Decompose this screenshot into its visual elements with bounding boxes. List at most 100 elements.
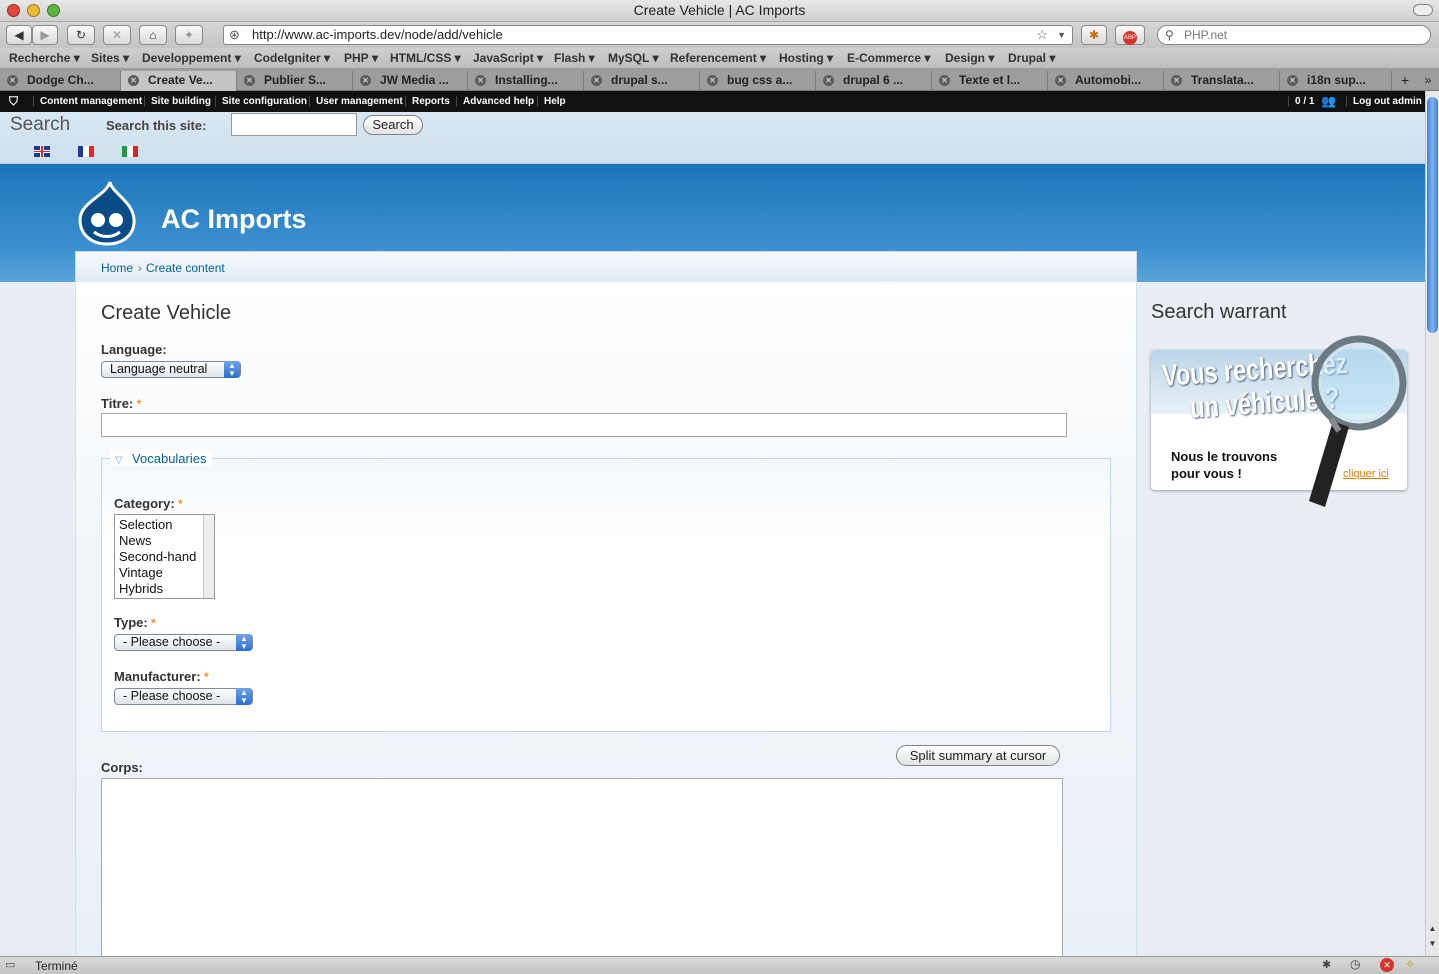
- admin-menu-item[interactable]: Site configuration: [215, 96, 307, 107]
- scroll-down-icon[interactable]: ▼: [1427, 939, 1438, 953]
- admin-menu-item[interactable]: Help: [537, 96, 566, 107]
- category-listbox[interactable]: Selection News Second-hand Vintage Hybri…: [114, 514, 215, 599]
- page-scrollbar[interactable]: ▲ ▼: [1425, 91, 1439, 956]
- browser-tab[interactable]: ✕ Translata...: [1164, 71, 1280, 91]
- bookmark-folder[interactable]: PHP ▾: [344, 51, 378, 65]
- bookmark-folder[interactable]: Drupal ▾: [1008, 51, 1055, 65]
- tab-close-icon[interactable]: ✕: [128, 75, 139, 86]
- it-flag-icon[interactable]: [122, 146, 138, 157]
- category-option[interactable]: Hybrids: [119, 581, 214, 597]
- admin-menu-item[interactable]: Advanced help: [456, 96, 534, 107]
- scroll-up-icon[interactable]: ▲: [1427, 924, 1438, 938]
- titre-input[interactable]: [101, 413, 1067, 437]
- bookmark-folder[interactable]: CodeIgniter ▾: [254, 51, 330, 65]
- toolbar-toggle-icon[interactable]: [1413, 4, 1433, 16]
- stop-button[interactable]: ✕: [103, 25, 131, 45]
- browser-tab[interactable]: ✕ bug css a...: [700, 71, 816, 91]
- tab-close-icon[interactable]: ✕: [7, 75, 18, 86]
- home-button[interactable]: ⌂: [139, 25, 167, 45]
- forward-button[interactable]: ▶: [32, 25, 58, 45]
- tab-close-icon[interactable]: ✕: [475, 75, 486, 86]
- new-tab-icon[interactable]: +: [1396, 71, 1414, 89]
- bookmark-folder[interactable]: Design ▾: [945, 51, 994, 65]
- tab-close-icon[interactable]: ✕: [244, 75, 255, 86]
- tab-close-icon[interactable]: ✕: [360, 75, 371, 86]
- browser-tab[interactable]: ✕ drupal 6 ...: [816, 71, 932, 91]
- reload-button[interactable]: ↻: [67, 25, 95, 45]
- scrollbar-thumb[interactable]: [1427, 97, 1438, 333]
- zoom-window-icon[interactable]: [47, 4, 60, 17]
- bookmark-folder[interactable]: Sites ▾: [91, 51, 129, 65]
- users-count[interactable]: 0 / 1: [1288, 96, 1314, 107]
- breadcrumb-create-content-link[interactable]: Create content: [146, 261, 225, 275]
- breadcrumb-home-link[interactable]: Home: [101, 261, 133, 275]
- vocabularies-legend[interactable]: ▽ Vocabularies: [110, 451, 212, 466]
- listbox-scrollbar[interactable]: [203, 515, 214, 598]
- admin-menu-item[interactable]: Reports: [405, 96, 450, 107]
- tab-close-icon[interactable]: ✕: [1287, 75, 1298, 86]
- tab-list-icon[interactable]: »: [1420, 71, 1436, 89]
- banner-line-1: Nous le trouvons: [1171, 449, 1278, 464]
- en-flag-icon[interactable]: [34, 146, 50, 157]
- site-name[interactable]: AC Imports: [161, 204, 307, 235]
- type-label: Type:: [114, 615, 148, 630]
- bookmark-folder[interactable]: JavaScript ▾: [473, 51, 543, 65]
- drupal-logo-icon[interactable]: [76, 180, 138, 246]
- admin-menu-item[interactable]: Content management: [33, 96, 142, 107]
- browser-tab[interactable]: ✕ i18n sup...: [1280, 71, 1392, 91]
- type-select[interactable]: - Please choose - ▲ ▼: [114, 634, 253, 651]
- tab-close-icon[interactable]: ✕: [1055, 75, 1066, 86]
- site-search-input[interactable]: [231, 113, 357, 136]
- close-window-icon[interactable]: [7, 4, 20, 17]
- url-dropdown-icon[interactable]: ▼: [1057, 26, 1066, 44]
- logout-link[interactable]: Log out admin: [1346, 96, 1422, 107]
- tab-close-icon[interactable]: ✕: [591, 75, 602, 86]
- tab-close-icon[interactable]: ✕: [823, 75, 834, 86]
- browser-tab[interactable]: ✕ Dodge Ch...: [0, 71, 121, 91]
- category-option[interactable]: Selection: [119, 517, 214, 533]
- search-field[interactable]: ⚲ PHP.net: [1157, 25, 1431, 45]
- bookmark-folder[interactable]: Flash ▾: [554, 51, 595, 65]
- bookmark-folder[interactable]: Hosting ▾: [779, 51, 833, 65]
- drupal-icon[interactable]: ⛉: [9, 94, 18, 109]
- admin-menu-item[interactable]: Site building: [144, 96, 211, 107]
- star-bookmark-icon[interactable]: ☆: [1036, 26, 1048, 44]
- tab-close-icon[interactable]: ✕: [1171, 75, 1182, 86]
- browser-tab[interactable]: ✕ JW Media ...: [353, 71, 468, 91]
- category-option[interactable]: News: [119, 533, 214, 549]
- back-button[interactable]: ◀: [6, 25, 32, 45]
- fr-flag-icon[interactable]: [78, 146, 94, 157]
- search-button[interactable]: Search: [363, 115, 423, 135]
- error-icon[interactable]: ✕: [1380, 958, 1394, 972]
- browser-tab[interactable]: ✕ Create Ve...: [121, 71, 237, 91]
- browser-tab[interactable]: ✕ Publier S...: [237, 71, 353, 91]
- category-option[interactable]: Second-hand: [119, 549, 214, 565]
- browser-tab[interactable]: ✕ drupal s...: [584, 71, 700, 91]
- language-select-value: Language neutral: [110, 362, 208, 376]
- adblock-button[interactable]: ABP: [1115, 25, 1145, 45]
- bookmark-folder[interactable]: Referencement ▾: [670, 51, 766, 65]
- browser-tab[interactable]: ✕ Texte et l...: [932, 71, 1048, 91]
- firebug-status-icon[interactable]: ✱: [1322, 958, 1331, 971]
- bookmark-folder[interactable]: Developpement ▾: [142, 51, 241, 65]
- bookmark-folder[interactable]: E-Commerce ▾: [847, 51, 930, 65]
- browser-tab[interactable]: ✕ Installing...: [468, 71, 584, 91]
- bookmark-folder[interactable]: MySQL ▾: [608, 51, 659, 65]
- tab-close-icon[interactable]: ✕: [939, 75, 950, 86]
- browser-tab[interactable]: ✕ Automobi...: [1048, 71, 1164, 91]
- address-bar[interactable]: ⊛ http://www.ac-imports.dev/node/add/veh…: [223, 25, 1073, 45]
- clock-icon[interactable]: ◷: [1350, 957, 1360, 971]
- manufacturer-select[interactable]: - Please choose - ▲ ▼: [114, 688, 253, 705]
- category-option[interactable]: Vintage: [119, 565, 214, 581]
- minimize-window-icon[interactable]: [27, 4, 40, 17]
- puzzle-status-icon[interactable]: ✧: [1405, 957, 1415, 971]
- split-summary-button[interactable]: Split summary at cursor: [896, 745, 1060, 766]
- bookmark-folder[interactable]: HTML/CSS ▾: [390, 51, 461, 65]
- language-select[interactable]: Language neutral ▲ ▼: [101, 361, 241, 378]
- admin-menu-item[interactable]: User management: [309, 96, 403, 107]
- corps-textarea[interactable]: [101, 778, 1063, 958]
- extension-button[interactable]: ✦: [175, 25, 203, 45]
- tab-close-icon[interactable]: ✕: [707, 75, 718, 86]
- bookmark-folder[interactable]: Recherche ▾: [9, 51, 80, 65]
- firebug-button[interactable]: ✱: [1081, 25, 1107, 45]
